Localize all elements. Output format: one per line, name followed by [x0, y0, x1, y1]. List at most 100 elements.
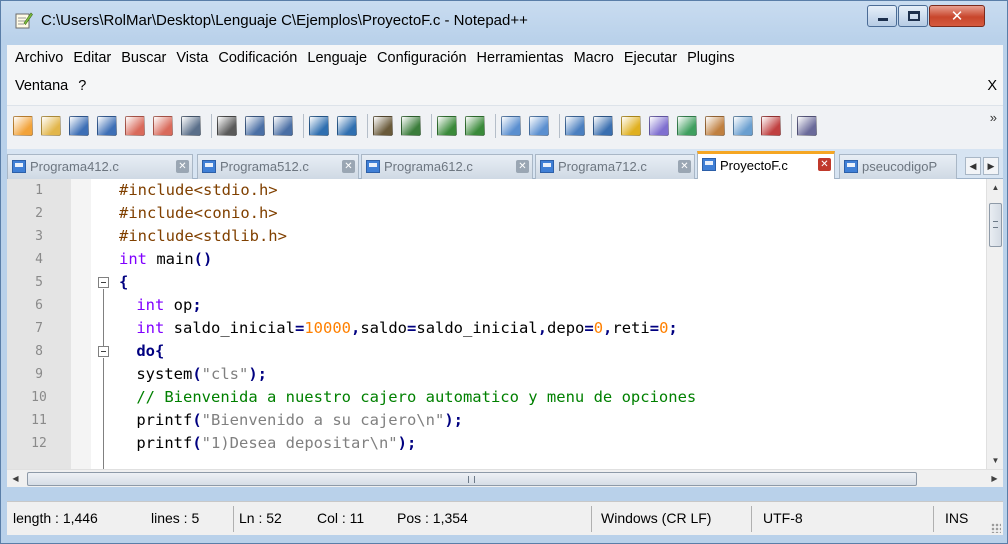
code-line[interactable]: { — [119, 271, 128, 294]
preview-icon[interactable] — [797, 116, 817, 136]
status-insert-mode: INS — [945, 510, 969, 526]
sync-horizontal-icon[interactable] — [529, 116, 549, 136]
folder-workspace-icon[interactable] — [705, 116, 725, 136]
tab-close-icon[interactable]: ✕ — [342, 160, 355, 173]
copy-icon[interactable] — [245, 116, 265, 136]
save-icon[interactable] — [69, 116, 89, 136]
tab-close-icon[interactable]: ✕ — [678, 160, 691, 173]
close-document-button[interactable]: X — [987, 78, 997, 94]
tab-close-icon[interactable]: ✕ — [516, 160, 529, 173]
find-icon[interactable] — [373, 116, 393, 136]
code-token: { — [119, 273, 129, 291]
menu-item[interactable]: Buscar — [121, 50, 166, 72]
code-token: reti — [612, 319, 650, 337]
code-line[interactable]: do{ — [127, 340, 164, 363]
fold-toggle-icon[interactable] — [98, 346, 109, 357]
code-line[interactable]: int op; — [127, 294, 201, 317]
menu-item[interactable]: Lenguaje — [307, 50, 367, 72]
sync-vertical-icon[interactable] — [501, 116, 521, 136]
close-file-icon[interactable] — [125, 116, 145, 136]
redo-icon[interactable] — [337, 116, 357, 136]
scroll-left-icon[interactable]: ◀ — [7, 470, 24, 488]
menu-item[interactable]: Editar — [73, 50, 111, 72]
code-token: op — [164, 296, 193, 314]
close-all-icon[interactable] — [153, 116, 173, 136]
record-macro-icon[interactable] — [761, 116, 781, 136]
scroll-down-icon[interactable]: ▼ — [987, 452, 1004, 469]
code-token: 10000 — [304, 319, 351, 337]
code-line[interactable]: printf("Bienvenido a su cajero\n"); — [127, 409, 463, 432]
word-wrap-icon[interactable] — [565, 116, 585, 136]
tab-close-icon[interactable]: ✕ — [176, 160, 189, 173]
close-button[interactable]: ✕ — [929, 5, 985, 27]
indent-guide-icon[interactable] — [621, 116, 641, 136]
code-line[interactable]: #include<stdlib.h> — [119, 225, 287, 248]
menu-item[interactable]: Codificación — [218, 50, 297, 72]
menu-item[interactable]: Ejecutar — [624, 50, 677, 72]
tab-document[interactable]: pseucodigoP — [839, 154, 957, 179]
tab-document[interactable]: Programa712.c ✕ — [535, 154, 695, 179]
document-saved-icon — [366, 160, 380, 173]
print-icon[interactable] — [181, 116, 201, 136]
code-line[interactable]: #include<conio.h> — [119, 202, 278, 225]
code-line[interactable]: printf("1)Desea depositar\n"); — [127, 432, 416, 455]
title-bar[interactable]: C:\Users\RolMar\Desktop\Lenguaje C\Ejemp… — [1, 1, 1007, 41]
toolbar-overflow-icon[interactable]: » — [990, 110, 997, 125]
scroll-up-icon[interactable]: ▲ — [987, 179, 1004, 196]
save-all-icon[interactable] — [97, 116, 117, 136]
code-line[interactable]: #include<stdio.h> — [119, 179, 278, 202]
function-list-icon[interactable] — [677, 116, 697, 136]
tab-close-icon[interactable]: ✕ — [818, 158, 831, 171]
scroll-right-icon[interactable]: ▶ — [986, 470, 1003, 488]
horizontal-scrollbar[interactable]: ◀ ▶ — [7, 469, 1003, 487]
tab-label: ProyectoF.c — [720, 158, 788, 173]
menu-item[interactable]: Macro — [574, 50, 614, 72]
fold-margin[interactable] — [71, 179, 91, 469]
resize-grip-icon[interactable] — [991, 523, 1001, 533]
tab-document[interactable]: Programa612.c ✕ — [361, 154, 533, 179]
document-map-icon[interactable] — [733, 116, 753, 136]
line-number: 10 — [31, 390, 47, 405]
tab-scroll-left-icon[interactable]: ◀ — [965, 157, 981, 175]
code-line[interactable]: system("cls"); — [127, 363, 267, 386]
menu-item[interactable]: Archivo — [15, 50, 63, 72]
cut-icon[interactable] — [217, 116, 237, 136]
menu-item[interactable]: Vista — [176, 50, 208, 72]
tab-scroll-arrows: ◀ ▶ — [965, 157, 999, 175]
document-saved-icon — [702, 158, 716, 171]
tab-document[interactable]: Programa512.c ✕ — [197, 154, 359, 179]
fold-toggle-icon[interactable] — [98, 277, 109, 288]
code-editor[interactable]: 1 2 3 4 5 6 7 8 9 10 11 12 ▲ ▼ #include<stdio.h> #in… — [7, 179, 1003, 469]
paste-icon[interactable] — [273, 116, 293, 136]
vertical-scrollbar[interactable]: ▲ ▼ — [986, 179, 1003, 469]
show-all-chars-icon[interactable] — [593, 116, 613, 136]
new-file-icon[interactable] — [13, 116, 33, 136]
tab-scroll-right-icon[interactable]: ▶ — [983, 157, 999, 175]
tab-document[interactable]: Programa412.c ✕ — [7, 154, 193, 179]
menu-item[interactable]: Ventana — [15, 78, 68, 100]
code-line[interactable]: // Bienvenida a nuestro cajero automatic… — [127, 386, 696, 409]
notepadpp-icon — [15, 12, 33, 29]
minimize-button[interactable] — [867, 5, 897, 27]
tab-active[interactable]: ProyectoF.c ✕ — [697, 151, 835, 179]
horizontal-scroll-thumb[interactable] — [27, 472, 917, 486]
code-line[interactable]: int saldo_inicial=10000,saldo=saldo_inic… — [127, 317, 677, 340]
vertical-scroll-thumb[interactable] — [989, 203, 1002, 247]
undo-icon[interactable] — [309, 116, 329, 136]
menu-item[interactable]: ? — [78, 78, 86, 100]
close-icon: ✕ — [950, 8, 964, 25]
language-icon[interactable] — [649, 116, 669, 136]
zoom-in-icon[interactable] — [437, 116, 457, 136]
menu-item[interactable]: Plugins — [687, 50, 735, 72]
menu-item[interactable]: Configuración — [377, 50, 466, 72]
tab-label: Programa712.c — [558, 159, 647, 174]
zoom-out-icon[interactable] — [465, 116, 485, 136]
replace-icon[interactable] — [401, 116, 421, 136]
fold-guide — [103, 358, 104, 469]
menu-item[interactable]: Herramientas — [477, 50, 564, 72]
code-token: () — [193, 250, 213, 268]
open-file-icon[interactable] — [41, 116, 61, 136]
line-number: 11 — [31, 413, 47, 428]
code-line[interactable]: int main() — [119, 248, 212, 271]
maximize-button[interactable] — [898, 5, 928, 27]
